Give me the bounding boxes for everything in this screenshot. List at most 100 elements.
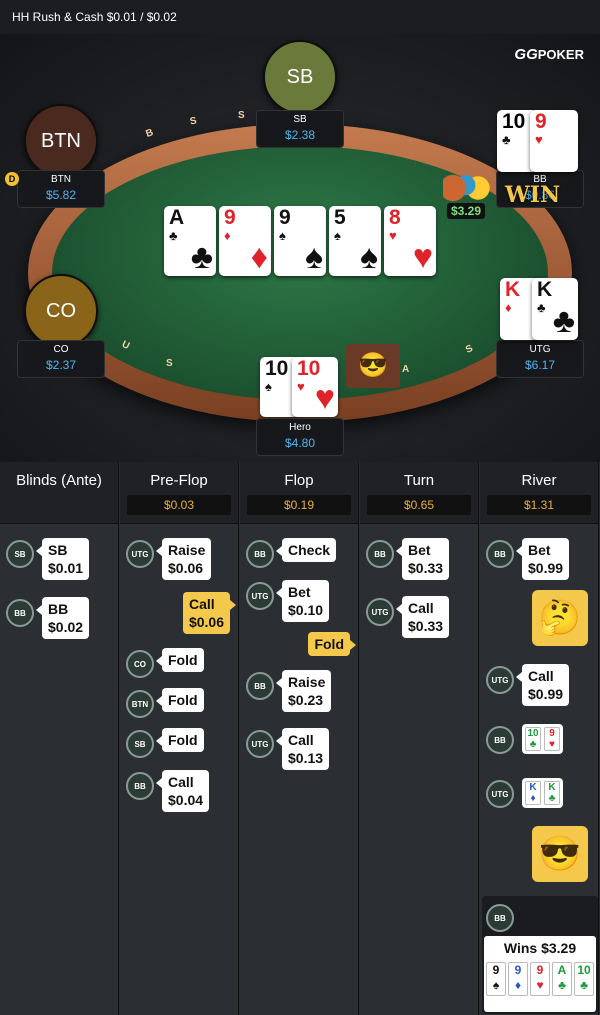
action-bubble: Fold xyxy=(156,728,204,752)
position-badge: UTG xyxy=(246,730,274,758)
winning-card: A ♣ xyxy=(552,962,572,996)
action-row: BB Raise $0.23 xyxy=(246,670,332,712)
seat-co-avatar[interactable]: CO xyxy=(24,274,98,348)
action-bubble: Raise $0.23 xyxy=(275,670,332,712)
mini-card: 10 ♣ xyxy=(525,727,541,751)
winning-card: 9 ♦ xyxy=(508,962,528,996)
winner-box: BB Wins $3.29 9 ♠ 9 ♦ 9 ♥ A ♣ 10 ♣ xyxy=(482,896,598,1014)
winning-card: 9 ♥ xyxy=(530,962,550,996)
seat-sb-plate[interactable]: SB $2.38 xyxy=(256,110,344,148)
win-label: WIN xyxy=(505,182,561,208)
street-pot: $0.03 xyxy=(127,495,231,515)
seat-btn-avatar[interactable]: BTN xyxy=(24,104,98,178)
action-bubble: Call $0.99 xyxy=(515,664,570,706)
shown-cards: 10 ♣ 9 ♥ xyxy=(522,724,563,754)
position-badge: SB xyxy=(126,730,154,758)
street-header: Pre-Flop $0.03 xyxy=(120,462,238,524)
position-badge: UTG xyxy=(486,666,514,694)
card-suit-large: ♠ xyxy=(304,238,323,276)
pot-amount: $3.29 xyxy=(447,203,486,219)
mini-card: K ♦ xyxy=(525,781,541,805)
seat-name: BTN xyxy=(51,174,71,185)
action-bubble: Fold xyxy=(156,648,204,672)
card-rank: 8 xyxy=(389,206,401,229)
utg-hole-card: K ♣ ♣ xyxy=(532,278,578,340)
rail-letter: S xyxy=(238,110,245,121)
seat-hero-plate[interactable]: Hero $4.80 xyxy=(256,418,344,456)
street-column-turn: Turn $0.65 BB Bet $0.33 UTG Call $0.33 xyxy=(360,462,479,1015)
seat-utg-plate[interactable]: UTG $6.17 xyxy=(496,340,584,378)
position-badge: BB xyxy=(126,772,154,800)
card-suit-large: ♦ xyxy=(250,238,268,276)
emote-bubble: 😎 xyxy=(532,826,588,882)
position-badge: BB xyxy=(486,904,514,932)
card-suit-large: ♣ xyxy=(190,238,213,276)
street-pot: $1.31 xyxy=(487,495,591,515)
seat-stack: $2.38 xyxy=(284,128,316,142)
street-name: River xyxy=(521,472,557,489)
rail-letter: S xyxy=(188,115,198,128)
street-header: Blinds (Ante) xyxy=(0,462,118,524)
position-badge: BB xyxy=(486,726,514,754)
street-header: Flop $0.19 xyxy=(240,462,358,524)
board-card: 9 ♠ ♠ xyxy=(274,206,326,276)
dealer-button: D xyxy=(5,172,19,186)
position-badge: UTG xyxy=(486,780,514,808)
action-row: BTN Fold xyxy=(126,688,204,718)
card-suit: ♣ xyxy=(169,228,178,243)
position-badge: UTG xyxy=(366,598,394,626)
board-card: A ♣ ♣ xyxy=(164,206,216,276)
action-bubble: Raise $0.06 xyxy=(155,538,212,580)
street-header: River $1.31 xyxy=(480,462,598,524)
seat-co-plate[interactable]: CO $2.37 xyxy=(17,340,105,378)
seat-stack: $5.82 xyxy=(45,188,77,202)
action-bubble: Bet $0.33 xyxy=(395,538,450,580)
mini-card: 9 ♥ xyxy=(544,727,560,751)
action-row: BB Check xyxy=(246,538,337,568)
action-row: BB Call $0.04 xyxy=(126,770,210,812)
seat-name: CO xyxy=(53,344,69,355)
street-name: Pre-Flop xyxy=(150,472,208,489)
winner-result: Wins $3.29 9 ♠ 9 ♦ 9 ♥ A ♣ 10 ♣ xyxy=(484,936,596,1012)
board-card: 8 ♥ ♥ xyxy=(384,206,436,276)
action-row: SB SB $0.01 xyxy=(6,538,90,580)
card-rank: 9 xyxy=(224,206,236,229)
ggpoker-logo: GGPOKER xyxy=(514,46,584,63)
position-badge: CO xyxy=(126,650,154,678)
action-row: UTG Call $0.13 xyxy=(246,728,330,770)
action-bubble: Bet $0.10 xyxy=(275,580,330,622)
card-suit-large: ♠ xyxy=(359,238,378,276)
action-row: UTG Raise $0.06 xyxy=(126,538,212,580)
seat-sb-avatar[interactable]: SB xyxy=(263,40,337,114)
card-suit: ♠ xyxy=(334,228,341,243)
rail-letter: A xyxy=(402,364,410,375)
street-column-flop: Flop $0.19 BB Check UTG Bet $0.10 Fold BB Raise … xyxy=(240,462,359,1015)
chip-stack-icon xyxy=(443,174,493,202)
action-bubble: Bet $0.99 xyxy=(515,538,570,580)
position-badge: BB xyxy=(366,540,394,568)
seat-name: Hero xyxy=(289,422,311,433)
seat-btn-plate[interactable]: BTN $5.82 xyxy=(17,170,105,208)
action-row: BB Bet $0.33 xyxy=(366,538,450,580)
player-emote-avatar: 😎 xyxy=(346,344,400,388)
winning-card: 10 ♣ xyxy=(574,962,594,996)
seat-stack: $6.17 xyxy=(524,358,556,372)
position-badge: BB xyxy=(246,540,274,568)
position-badge: UTG xyxy=(126,540,154,568)
mini-card: K ♣ xyxy=(544,781,560,805)
rail-letter: B xyxy=(144,127,155,140)
action-row: CO Fold xyxy=(126,648,204,678)
action-row: BB 10 ♣ 9 ♥ xyxy=(486,724,563,754)
street-pot: $0.19 xyxy=(247,495,351,515)
rail-letter: S xyxy=(166,358,173,369)
shown-cards: K ♦ K ♣ xyxy=(522,778,563,808)
street-column-preflop: Pre-Flop $0.03 UTG Raise $0.06 Call $0.06 CO F… xyxy=(120,462,239,1015)
action-row: UTG Bet $0.10 xyxy=(246,580,330,622)
position-badge: BTN xyxy=(126,690,154,718)
position-badge: SB xyxy=(6,540,34,568)
action-row: UTG K ♦ K ♣ xyxy=(486,778,563,808)
street-header: Turn $0.65 xyxy=(360,462,478,524)
pot: $3.29 xyxy=(443,174,493,220)
card-suit: ♥ xyxy=(389,228,397,243)
position-badge: BB xyxy=(6,599,34,627)
